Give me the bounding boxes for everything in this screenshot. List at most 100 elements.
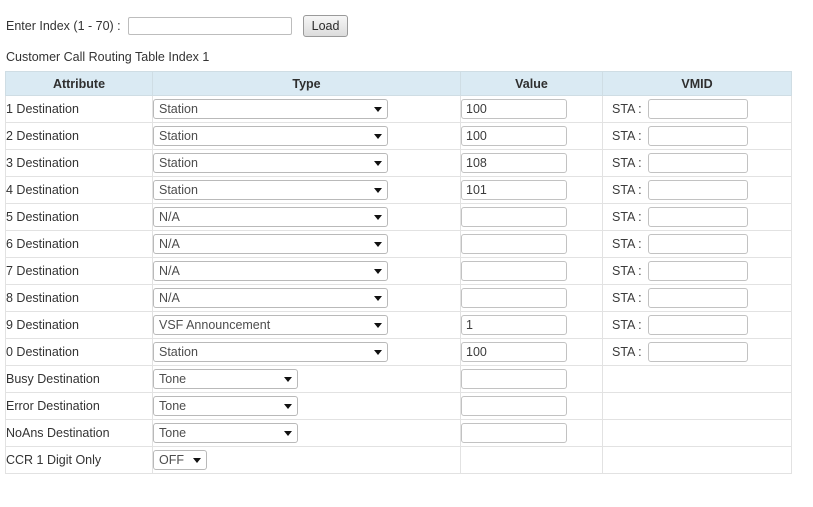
- value-input[interactable]: [461, 126, 567, 146]
- vmid-input[interactable]: [647, 288, 748, 308]
- type-select[interactable]: N/A: [153, 234, 388, 254]
- chevron-down-icon: [374, 215, 382, 220]
- vmid-cell: STA :: [602, 203, 792, 231]
- type-select[interactable]: Tone: [153, 369, 298, 389]
- value-input[interactable]: [461, 423, 567, 443]
- value-input[interactable]: [461, 261, 567, 281]
- type-select[interactable]: Station: [153, 180, 388, 200]
- table-body: 1 Destination Station STA : 2 Destination St…: [5, 95, 792, 474]
- value-input[interactable]: [461, 396, 567, 416]
- type-select[interactable]: Tone: [153, 396, 298, 416]
- index-form: Enter Index (1 - 70) : Load: [0, 0, 813, 39]
- type-select[interactable]: Tone: [153, 423, 298, 443]
- type-select[interactable]: VSF Announcement: [153, 315, 388, 335]
- attribute-label: CCR 1 Digit Only: [5, 446, 153, 474]
- table-row: NoAns Destination Tone: [5, 419, 792, 447]
- value-input[interactable]: [461, 99, 567, 119]
- vmid-group: STA :: [603, 99, 791, 119]
- type-cell: OFF: [152, 446, 461, 474]
- type-select[interactable]: Station: [153, 342, 388, 362]
- type-select-value: Tone: [159, 372, 187, 386]
- table-row: 5 Destination N/A STA :: [5, 203, 792, 231]
- value-input[interactable]: [461, 207, 567, 227]
- value-cell: [460, 149, 603, 177]
- type-select[interactable]: Station: [153, 126, 388, 146]
- type-cell: Station: [152, 122, 461, 150]
- type-select[interactable]: OFF: [153, 450, 207, 470]
- vmid-input[interactable]: [647, 126, 748, 146]
- type-select-value: N/A: [159, 210, 180, 224]
- vmid-cell: STA :: [602, 230, 792, 258]
- index-label: Enter Index (1 - 70) :: [6, 19, 121, 33]
- chevron-down-icon: [374, 161, 382, 166]
- value-input[interactable]: [461, 234, 567, 254]
- attribute-label: Error Destination: [5, 392, 153, 420]
- vmid-cell: STA :: [602, 176, 792, 204]
- vmid-input[interactable]: [647, 342, 748, 362]
- table-row: CCR 1 Digit Only OFF: [5, 446, 792, 474]
- attribute-label: 4 Destination: [5, 176, 153, 204]
- type-select[interactable]: N/A: [153, 207, 388, 227]
- type-select-value: Station: [159, 183, 198, 197]
- table-row: 7 Destination N/A STA :: [5, 257, 792, 285]
- column-header-value: Value: [460, 71, 603, 96]
- chevron-down-icon: [374, 269, 382, 274]
- value-input[interactable]: [461, 180, 567, 200]
- vmid-input[interactable]: [647, 207, 748, 227]
- table-row: 2 Destination Station STA :: [5, 122, 792, 150]
- value-input[interactable]: [461, 369, 567, 389]
- value-input[interactable]: [461, 315, 567, 335]
- value-cell: [460, 446, 603, 474]
- chevron-down-icon: [374, 188, 382, 193]
- chevron-down-icon: [374, 134, 382, 139]
- attribute-label: NoAns Destination: [5, 419, 153, 447]
- vmid-group: STA :: [603, 153, 791, 173]
- vmid-prefix-label: STA :: [612, 291, 642, 305]
- column-header-vmid: VMID: [602, 71, 792, 96]
- load-button[interactable]: Load: [302, 15, 349, 37]
- type-cell: N/A: [152, 284, 461, 312]
- vmid-prefix-label: STA :: [612, 345, 642, 359]
- vmid-cell: STA :: [602, 95, 792, 123]
- value-cell: [460, 365, 603, 393]
- vmid-cell: [602, 392, 792, 420]
- attribute-label: 2 Destination: [5, 122, 153, 150]
- type-select[interactable]: Station: [153, 153, 388, 173]
- type-select-value: Station: [159, 156, 198, 170]
- value-input[interactable]: [461, 153, 567, 173]
- type-select-value: Tone: [159, 426, 187, 440]
- attribute-label: 1 Destination: [5, 95, 153, 123]
- vmid-prefix-label: STA :: [612, 210, 642, 224]
- table-row: 3 Destination Station STA :: [5, 149, 792, 177]
- vmid-input[interactable]: [647, 180, 748, 200]
- chevron-down-icon: [284, 404, 292, 409]
- type-cell: Tone: [152, 392, 461, 420]
- type-select-value: N/A: [159, 237, 180, 251]
- value-cell: [460, 284, 603, 312]
- vmid-input[interactable]: [647, 153, 748, 173]
- attribute-label: 8 Destination: [5, 284, 153, 312]
- chevron-down-icon: [193, 458, 201, 463]
- attribute-label: 7 Destination: [5, 257, 153, 285]
- type-select-value: OFF: [159, 453, 184, 467]
- type-select[interactable]: N/A: [153, 288, 388, 308]
- type-cell: Station: [152, 95, 461, 123]
- vmid-prefix-label: STA :: [612, 156, 642, 170]
- value-input[interactable]: [461, 288, 567, 308]
- value-input[interactable]: [461, 342, 567, 362]
- chevron-down-icon: [284, 431, 292, 436]
- vmid-input[interactable]: [647, 234, 748, 254]
- value-cell: [460, 419, 603, 447]
- attribute-label: 0 Destination: [5, 338, 153, 366]
- index-input[interactable]: [127, 17, 292, 35]
- type-select[interactable]: N/A: [153, 261, 388, 281]
- value-cell: [460, 95, 603, 123]
- type-cell: VSF Announcement: [152, 311, 461, 339]
- type-select[interactable]: Station: [153, 99, 388, 119]
- vmid-prefix-label: STA :: [612, 102, 642, 116]
- vmid-group: STA :: [603, 234, 791, 254]
- value-cell: [460, 122, 603, 150]
- vmid-input[interactable]: [647, 315, 748, 335]
- vmid-input[interactable]: [647, 261, 748, 281]
- vmid-input[interactable]: [647, 99, 748, 119]
